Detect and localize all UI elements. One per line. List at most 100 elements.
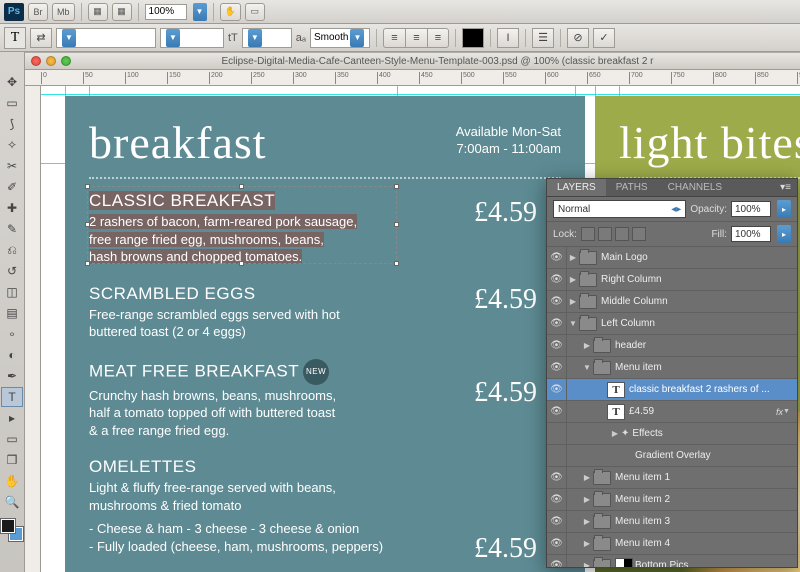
fill-slider-toggle[interactable]: ▸ xyxy=(777,225,791,243)
layer-name[interactable]: £4.59 xyxy=(629,406,773,417)
lock-controls[interactable] xyxy=(581,227,708,241)
disclosure-toggle[interactable]: ▶ xyxy=(567,253,579,262)
opacity-slider-toggle[interactable]: ▸ xyxy=(777,200,791,218)
view-guides-button[interactable]: ▦ xyxy=(112,3,132,21)
eraser-tool[interactable]: ◫ xyxy=(1,282,23,302)
minibridge-button[interactable]: Mb xyxy=(52,3,75,21)
type-tool[interactable]: T xyxy=(1,387,23,407)
disclosure-toggle[interactable]: ▶ xyxy=(567,297,579,306)
cancel-edits-button[interactable]: ⊘ xyxy=(567,28,589,48)
zoom-window-button[interactable] xyxy=(61,56,71,66)
text-color-swatch[interactable] xyxy=(462,28,484,48)
layer-row[interactable]: 👁▶Bottom Pics xyxy=(547,555,797,567)
clone-stamp-tool[interactable]: ⎌ xyxy=(1,240,23,260)
layer-row[interactable]: 👁▶ Main Logo xyxy=(547,247,797,269)
layer-name[interactable]: Main Logo xyxy=(601,252,793,263)
gradient-tool[interactable]: ▤ xyxy=(1,303,23,323)
dodge-tool[interactable]: ◐ xyxy=(1,345,23,365)
layer-row[interactable]: 👁 ▶ Menu item 4 xyxy=(547,533,797,555)
layer-row[interactable]: 👁▶Menu item 3 xyxy=(547,511,797,533)
panel-menu-button[interactable]: ▾≡ xyxy=(774,179,797,196)
quick-select-tool[interactable]: ✧ xyxy=(1,135,23,155)
disclosure-toggle[interactable]: ▶ xyxy=(581,561,593,567)
brush-tool[interactable]: ✎ xyxy=(1,219,23,239)
zoom-level-input[interactable]: 100% xyxy=(145,4,187,20)
layer-name[interactable]: Middle Column xyxy=(601,296,793,307)
move-tool[interactable]: ✥ xyxy=(1,72,23,92)
layer-row[interactable]: 👁▶Middle Column xyxy=(547,291,797,313)
layer-name[interactable]: Right Column xyxy=(601,274,793,285)
warp-text-button[interactable]: I xyxy=(497,28,519,48)
disclosure-toggle[interactable]: ▶ xyxy=(581,341,593,350)
disclosure-toggle[interactable]: ▼ xyxy=(567,319,579,328)
disclosure-toggle[interactable]: ▶ xyxy=(609,429,621,438)
visibility-toggle[interactable] xyxy=(547,423,567,445)
character-panel-toggle[interactable]: ☰ xyxy=(532,28,554,48)
close-window-button[interactable] xyxy=(31,56,41,66)
visibility-toggle[interactable]: 👁 xyxy=(547,269,567,291)
layer-name[interactable]: Menu item xyxy=(615,362,793,373)
disclosure-toggle[interactable]: ▶ xyxy=(567,275,579,284)
zoom-tool[interactable]: 🔍 xyxy=(1,492,23,512)
visibility-toggle[interactable]: 👁 xyxy=(547,313,567,335)
bridge-button[interactable]: Br xyxy=(28,3,48,21)
visibility-toggle[interactable] xyxy=(547,445,567,467)
layer-name[interactable]: Menu item 3 xyxy=(615,516,793,527)
crop-tool[interactable]: ✂ xyxy=(1,156,23,176)
marquee-tool[interactable]: ▭ xyxy=(1,93,23,113)
visibility-toggle[interactable]: 👁 xyxy=(547,379,567,401)
layer-row[interactable]: 👁▶header xyxy=(547,335,797,357)
layer-row[interactable]: 👁▼ Left Column xyxy=(547,313,797,335)
font-size-dropdown[interactable]: ▼ xyxy=(242,28,292,48)
layer-name[interactable]: Left Column xyxy=(601,318,793,329)
visibility-toggle[interactable]: 👁 xyxy=(547,357,567,379)
disclosure-toggle[interactable]: ▶ xyxy=(581,473,593,482)
layer-row[interactable]: 👁Tclassic breakfast 2 rashers of ... xyxy=(547,379,797,401)
eyedropper-tool[interactable]: ✐ xyxy=(1,177,23,197)
layer-tree[interactable]: 👁▶Main Logo👁▶Right Column👁▶Middle Column… xyxy=(547,247,797,567)
window-controls[interactable] xyxy=(31,56,71,66)
view-extras-button[interactable]: ▦ xyxy=(88,3,108,21)
vertical-ruler[interactable] xyxy=(25,86,41,572)
pen-tool[interactable]: ✒ xyxy=(1,366,23,386)
opacity-input[interactable]: 100% xyxy=(731,201,771,217)
tab-layers[interactable]: LAYERS xyxy=(547,179,606,196)
font-family-dropdown[interactable]: ▼ xyxy=(56,28,156,48)
layer-name[interactable]: classic breakfast 2 rashers of ... xyxy=(629,384,793,395)
foreground-color[interactable] xyxy=(1,519,15,533)
text-orientation-toggle[interactable]: ⇄ xyxy=(30,28,52,48)
path-select-tool[interactable]: ▸ xyxy=(1,408,23,428)
blend-mode-dropdown[interactable]: Normal◂▸ xyxy=(553,200,686,218)
anti-alias-dropdown[interactable]: Smooth▼ xyxy=(310,28,370,48)
layer-name[interactable]: Gradient Overlay xyxy=(635,450,793,461)
layer-row[interactable]: 👁▶ Right Column xyxy=(547,269,797,291)
layer-row[interactable]: 👁▶Menu item 1 xyxy=(547,467,797,489)
visibility-toggle[interactable]: 👁 xyxy=(547,247,567,269)
visibility-toggle[interactable]: 👁 xyxy=(547,401,567,423)
minimize-window-button[interactable] xyxy=(46,56,56,66)
hand-tool[interactable]: ✋ xyxy=(1,471,23,491)
font-style-dropdown[interactable]: ▼ xyxy=(160,28,224,48)
layer-row[interactable]: 👁▼Menu item xyxy=(547,357,797,379)
visibility-toggle[interactable]: 👁 xyxy=(547,467,567,489)
visibility-toggle[interactable]: 👁 xyxy=(547,511,567,533)
lasso-tool[interactable]: ⟆ xyxy=(1,114,23,134)
3d-tool[interactable]: ❒ xyxy=(1,450,23,470)
layer-name[interactable]: Effects xyxy=(632,428,793,439)
history-brush-tool[interactable]: ↺ xyxy=(1,261,23,281)
commit-edits-button[interactable]: ✓ xyxy=(593,28,615,48)
disclosure-toggle[interactable]: ▶ xyxy=(581,539,593,548)
shape-tool[interactable]: ▭ xyxy=(1,429,23,449)
layer-row[interactable]: 👁▶Menu item 2 xyxy=(547,489,797,511)
layer-row[interactable]: 👁T£4.59fx▼ xyxy=(547,401,797,423)
zoom-dropdown[interactable]: ▼ xyxy=(193,3,207,21)
screen-mode-button[interactable]: ▭ xyxy=(245,3,265,21)
arrange-documents-button[interactable]: ✋ xyxy=(220,3,241,21)
align-center-button[interactable]: ≡ xyxy=(405,28,427,48)
layer-name[interactable]: Menu item 4 xyxy=(615,538,793,549)
visibility-toggle[interactable]: 👁 xyxy=(547,533,567,555)
healing-brush-tool[interactable]: ✚ xyxy=(1,198,23,218)
layer-name[interactable]: header xyxy=(615,340,793,351)
align-left-button[interactable]: ≡ xyxy=(383,28,405,48)
visibility-toggle[interactable]: 👁 xyxy=(547,489,567,511)
